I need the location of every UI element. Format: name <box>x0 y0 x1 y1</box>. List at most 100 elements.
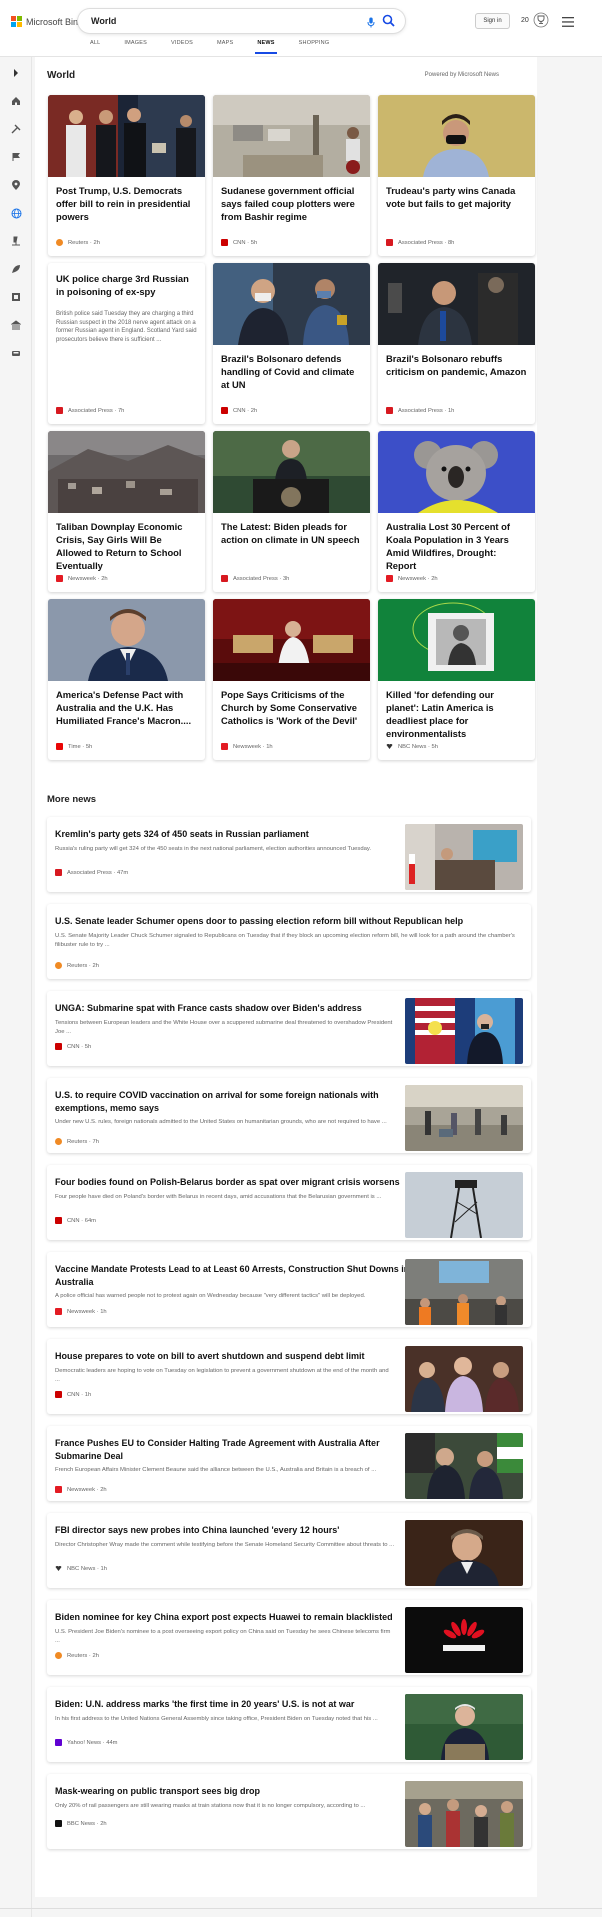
ap-icon <box>221 575 228 582</box>
more-news-row[interactable]: France Pushes EU to Consider Halting Tra… <box>47 1426 531 1501</box>
row-description: U.S. President Joe Biden's nominee to a … <box>55 1629 391 1644</box>
source-name: Associated Press <box>68 407 113 414</box>
card-title[interactable]: America's Defense Pact with Australia an… <box>56 688 197 727</box>
search-box[interactable] <box>78 9 405 33</box>
more-news-row[interactable]: Vaccine Mandate Protests Lead to at Leas… <box>47 1252 531 1327</box>
news-card[interactable]: Post Trump, U.S. Democrats offer bill to… <box>48 95 205 256</box>
tab-all[interactable]: ALL <box>90 40 100 54</box>
microphone-icon[interactable] <box>367 15 375 33</box>
card-title[interactable]: The Latest: Biden pleads for action on c… <box>221 520 362 546</box>
card-title[interactable]: Brazil's Bolsonaro defends handling of C… <box>221 352 362 391</box>
news-card[interactable]: Taliban Downplay Economic Crisis, Say Gi… <box>48 431 205 592</box>
rocket-icon[interactable] <box>8 261 24 277</box>
source-age: 2h <box>93 239 100 246</box>
more-news-row[interactable]: Mask-wearing on public transport sees bi… <box>47 1774 531 1849</box>
bing-logo[interactable]: Microsoft Bing <box>11 16 83 27</box>
rewards-count[interactable]: 20 <box>521 17 529 24</box>
card-title[interactable]: Post Trump, U.S. Democrats offer bill to… <box>56 184 197 223</box>
tab-images[interactable]: IMAGES <box>124 40 147 54</box>
card-title[interactable]: UK police charge 3rd Russian in poisonin… <box>56 272 197 298</box>
row-title[interactable]: U.S. to require COVID vaccination on arr… <box>55 1089 415 1114</box>
card-title[interactable]: Taliban Downplay Economic Crisis, Say Gi… <box>56 520 197 572</box>
brand-name: Microsoft Bing <box>26 16 84 27</box>
news-card[interactable]: UK police charge 3rd Russian in poisonin… <box>48 263 205 424</box>
more-news-row[interactable]: FBI director says new probes into China … <box>47 1513 531 1588</box>
card-title[interactable]: Killed 'for defending our planet': Latin… <box>386 688 527 740</box>
row-title[interactable]: Biden: U.N. address marks 'the first tim… <box>55 1698 415 1711</box>
more-news-row[interactable]: Biden: U.N. address marks 'the first tim… <box>47 1687 531 1762</box>
globe-icon[interactable] <box>8 205 24 221</box>
more-news-row[interactable]: UNGA: Submarine spat with France casts s… <box>47 991 531 1066</box>
row-title[interactable]: Kremlin's party gets 324 of 450 seats in… <box>55 828 415 841</box>
card-title[interactable]: Australia Lost 30 Percent of Koala Popul… <box>386 520 527 572</box>
source-age: 5h <box>250 239 258 246</box>
card-title[interactable]: Trudeau's party wins Canada vote but fai… <box>386 184 527 210</box>
source-name: Reuters <box>67 1138 88 1145</box>
row-title[interactable]: UNGA: Submarine spat with France casts s… <box>55 1002 415 1015</box>
source-name: Time <box>68 743 81 750</box>
source-age: 8h <box>447 239 455 246</box>
row-title[interactable]: France Pushes EU to Consider Halting Tra… <box>55 1437 415 1462</box>
flag-icon[interactable] <box>8 149 24 165</box>
tab-news[interactable]: NEWS <box>255 40 278 54</box>
tab-videos[interactable]: VIDEOS <box>171 40 193 54</box>
more-news-row[interactable]: Biden nominee for key China export post … <box>47 1600 531 1675</box>
news-card[interactable]: Brazil's Bolsonaro defends handling of C… <box>213 263 370 424</box>
row-description: Director Christopher Wray made the comme… <box>55 1542 395 1548</box>
more-news-row[interactable]: Four bodies found on Polish-Belarus bord… <box>47 1165 531 1240</box>
row-title[interactable]: House prepares to vote on bill to avert … <box>55 1350 415 1363</box>
bank-icon[interactable] <box>8 317 24 333</box>
tab-shopping[interactable]: SHOPPING <box>299 40 330 54</box>
source-name: Newsweek <box>398 575 427 582</box>
search-input[interactable] <box>91 16 331 26</box>
more-news-row[interactable]: Kremlin's party gets 324 of 450 seats in… <box>47 817 531 892</box>
location-pin-icon[interactable] <box>8 177 24 193</box>
card-title[interactable]: Brazil's Bolsonaro rebuffs criticism on … <box>386 352 527 378</box>
source-name: CNN <box>67 1217 80 1224</box>
news-image <box>213 263 370 345</box>
card-title[interactable]: Sudanese government official says failed… <box>221 184 362 223</box>
car-icon[interactable] <box>8 345 24 361</box>
news-card[interactable]: Trudeau's party wins Canada vote but fai… <box>378 95 535 256</box>
card-source: CNN · 2h <box>221 407 257 414</box>
row-title[interactable]: Biden nominee for key China export post … <box>55 1611 415 1624</box>
rewards-trophy-icon[interactable] <box>533 12 549 33</box>
microscope-icon[interactable] <box>8 233 24 249</box>
news-card[interactable]: Killed 'for defending our planet': Latin… <box>378 599 535 760</box>
home-icon[interactable] <box>8 93 24 109</box>
row-title[interactable]: Vaccine Mandate Protests Lead to at Leas… <box>55 1263 415 1288</box>
news-card[interactable]: The Latest: Biden pleads for action on c… <box>213 431 370 592</box>
source-name: Newsweek <box>67 1486 96 1493</box>
sign-in-button[interactable]: Sign in <box>475 13 510 29</box>
row-image <box>405 1607 523 1673</box>
search-icon[interactable] <box>382 14 395 32</box>
news-card[interactable]: Pope Says Criticisms of the Church by So… <box>213 599 370 760</box>
source-age: 64m <box>84 1217 96 1224</box>
source-age: 1h <box>447 407 455 414</box>
expand-chevron-icon[interactable] <box>8 65 24 81</box>
row-title[interactable]: FBI director says new probes into China … <box>55 1524 415 1537</box>
source-age: 2h <box>100 1486 107 1493</box>
newsweek-icon <box>55 1486 62 1493</box>
row-source: Newsweek · 1h <box>55 1308 107 1315</box>
cnn-icon <box>221 407 228 414</box>
news-card[interactable]: Australia Lost 30 Percent of Koala Popul… <box>378 431 535 592</box>
card-title[interactable]: Pope Says Criticisms of the Church by So… <box>221 688 362 727</box>
ap-icon <box>386 407 393 414</box>
news-card[interactable]: America's Defense Pact with Australia an… <box>48 599 205 760</box>
row-title[interactable]: U.S. Senate leader Schumer opens door to… <box>55 915 515 928</box>
row-description: Russia's ruling party will get 324 of th… <box>55 846 372 852</box>
more-news-row[interactable]: U.S. Senate leader Schumer opens door to… <box>47 904 531 979</box>
source-name: Reuters <box>67 962 88 969</box>
tab-maps[interactable]: MAPS <box>217 40 233 54</box>
more-news-row[interactable]: U.S. to require COVID vaccination on arr… <box>47 1078 531 1153</box>
more-news-row[interactable]: House prepares to vote on bill to avert … <box>47 1339 531 1414</box>
source-name: Reuters <box>67 1652 88 1659</box>
tools-icon[interactable] <box>8 121 24 137</box>
film-icon[interactable] <box>8 289 24 305</box>
hamburger-menu-icon[interactable] <box>562 14 574 32</box>
news-card[interactable]: Brazil's Bolsonaro rebuffs criticism on … <box>378 263 535 424</box>
row-title[interactable]: Four bodies found on Polish-Belarus bord… <box>55 1176 415 1189</box>
news-card[interactable]: Sudanese government official says failed… <box>213 95 370 256</box>
row-title[interactable]: Mask-wearing on public transport sees bi… <box>55 1785 415 1798</box>
